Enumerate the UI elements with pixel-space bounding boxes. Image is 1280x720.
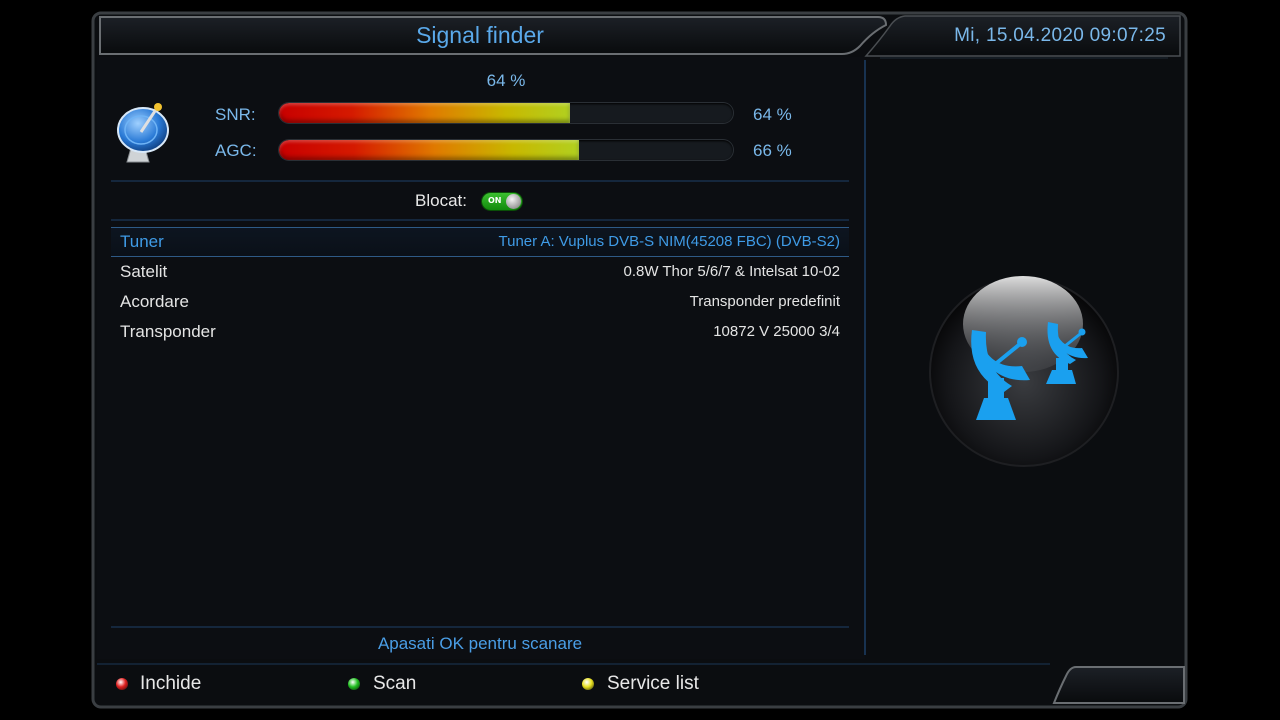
red-key-icon bbox=[116, 678, 128, 690]
setting-label-acordare[interactable]: Acordare bbox=[120, 292, 189, 312]
setting-value-satelit[interactable]: 0.8W Thor 5/6/7 & Intelsat 10-02 bbox=[623, 263, 840, 280]
snr-bar-fill bbox=[279, 103, 570, 123]
green-key-icon bbox=[348, 678, 360, 690]
scan-hint: Apasati OK pentru scanare bbox=[377, 634, 583, 653]
service-list-button[interactable]: Service list bbox=[607, 673, 699, 695]
page-title: Signal finder bbox=[416, 22, 544, 48]
clock-datetime: Mi, 15.04.2020 09:07:25 bbox=[954, 25, 1166, 46]
scan-button[interactable]: Scan bbox=[373, 673, 416, 695]
lock-toggle-text: ON bbox=[488, 196, 502, 205]
agc-bar bbox=[279, 140, 733, 160]
close-button[interactable]: Inchide bbox=[140, 673, 201, 695]
setting-label-transponder[interactable]: Transponder bbox=[120, 322, 216, 342]
signal-quality-percent: 64 % bbox=[486, 71, 526, 90]
lock-toggle: ON bbox=[482, 193, 522, 210]
lock-toggle-knob bbox=[506, 194, 521, 209]
setting-value-tuner[interactable]: Tuner A: Vuplus DVB-S NIM(45208 FBC) (DV… bbox=[499, 233, 841, 250]
lock-label: Blocat: bbox=[415, 191, 467, 210]
agc-bar-fill bbox=[279, 140, 579, 160]
snr-bar bbox=[279, 103, 733, 123]
setting-value-acordare[interactable]: Transponder predefinit bbox=[690, 293, 840, 310]
agc-value: 66 % bbox=[753, 141, 792, 160]
snr-label: SNR: bbox=[215, 105, 256, 124]
snr-value: 64 % bbox=[753, 105, 792, 124]
satellite-dishes-icon bbox=[929, 276, 1119, 467]
setting-label-satelit[interactable]: Satelit bbox=[120, 262, 167, 282]
setting-label-tuner[interactable]: Tuner bbox=[120, 232, 164, 252]
agc-label: AGC: bbox=[215, 141, 257, 160]
setting-value-transponder[interactable]: 10872 V 25000 3/4 bbox=[713, 323, 840, 340]
satellite-dish-icon bbox=[117, 103, 169, 163]
yellow-key-icon bbox=[582, 678, 594, 690]
